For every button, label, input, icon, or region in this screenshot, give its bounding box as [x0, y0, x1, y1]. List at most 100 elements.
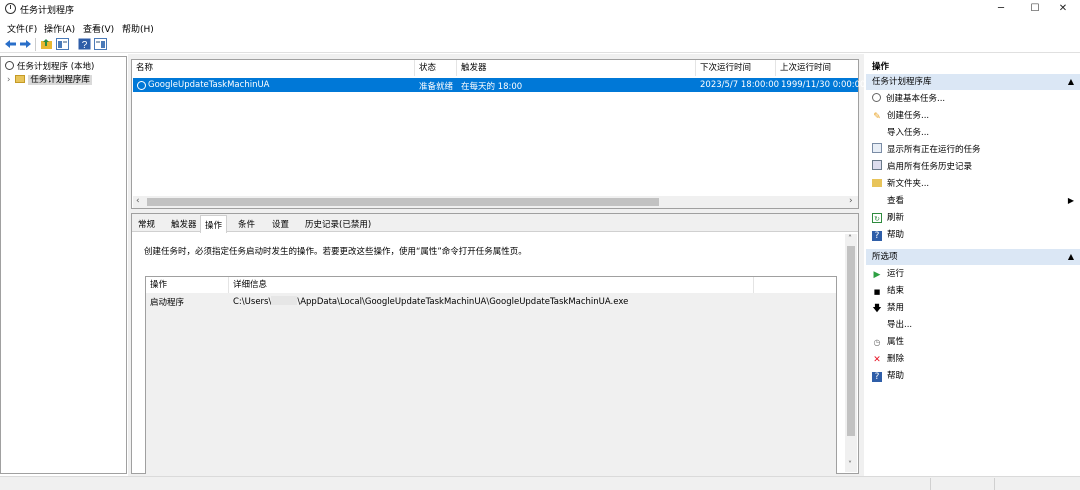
tab-history[interactable]: 历史记录(已禁用) [305, 218, 371, 230]
close-button[interactable]: ✕ [1046, 0, 1080, 18]
properties-icon: ◷ [873, 338, 881, 347]
actions-description: 创建任务时，必须指定任务启动时发生的操作。若要更改这些操作，使用“属性”命令打开… [144, 247, 527, 257]
column-header-next-run[interactable]: 下次运行时间 [696, 60, 776, 76]
help-icon: ? [872, 372, 882, 382]
menu-action[interactable]: 操作(A) [44, 22, 75, 35]
svg-text:?: ? [82, 40, 88, 50]
action-enable-history[interactable]: 启用所有任务历史记录 [872, 159, 972, 175]
column-header-name[interactable]: 名称 [132, 60, 415, 76]
task-next-run: 2023/5/7 18:00:00 [700, 80, 780, 90]
menu-file[interactable]: 文件(F) [7, 22, 37, 35]
section-header-selected[interactable]: 所选项 ▲ [866, 249, 1080, 265]
tab-triggers[interactable]: 触发器 [171, 218, 197, 230]
action-refresh[interactable]: ↻ 刷新 [872, 210, 904, 226]
tab-conditions[interactable]: 条件 [238, 218, 255, 230]
window-title: 任务计划程序 [20, 6, 75, 16]
tab-settings[interactable]: 设置 [272, 218, 289, 230]
action-label: 属性 [887, 337, 905, 347]
action-new-folder[interactable]: 新文件夹... [872, 176, 929, 192]
action-label: 显示所有正在运行的任务 [887, 145, 981, 155]
actions-table: 操作 详细信息 启动程序 C:\Users\ \AppData\Local\Goo… [145, 276, 837, 474]
export-icon [872, 318, 882, 328]
scroll-down-icon[interactable]: ˅ [848, 460, 852, 469]
action-help-selected[interactable]: ? 帮助 [872, 368, 904, 384]
action-delete[interactable]: ✕ 删除 [872, 351, 904, 367]
action-detail[interactable]: C:\Users\ \AppData\Local\GoogleUpdateTask… [233, 296, 628, 307]
collapse-up-icon[interactable]: ▲ [1068, 249, 1074, 265]
section-header-library-label: 任务计划程序库 [872, 77, 932, 87]
scroll-left-icon[interactable]: ‹ [136, 196, 140, 206]
tree-item-library[interactable]: › 任务计划程序库 [7, 73, 92, 85]
forward-arrow-icon[interactable] [19, 38, 32, 50]
menu-bar: 文件(F) 操作(A) 查看(V) 帮助(H) [0, 19, 1080, 35]
column-header-detail[interactable]: 详细信息 [229, 277, 754, 293]
section-header-selected-label: 所选项 [872, 252, 898, 262]
action-label: 帮助 [887, 371, 905, 381]
action-run[interactable]: ▶ 运行 [872, 266, 904, 282]
section-header-library[interactable]: 任务计划程序库 ▲ [866, 74, 1080, 90]
action-end[interactable]: ■ 结束 [872, 283, 904, 299]
tree-item-library-label: 任务计划程序库 [28, 75, 92, 85]
action-type[interactable]: 启动程序 [150, 296, 184, 308]
help-icon: ? [872, 231, 882, 241]
toolbar: ? [0, 36, 1080, 53]
scroll-right-icon[interactable]: › [849, 196, 853, 206]
tree-root-label: 任务计划程序 (本地) [17, 62, 95, 72]
action-disable[interactable]: 🡇 禁用 [872, 300, 904, 316]
task-name: GoogleUpdateTaskMachinUA [148, 80, 270, 90]
minimize-button[interactable]: ─ [984, 0, 1018, 18]
action-label: 导出... [887, 320, 913, 330]
navigation-tree: 任务计划程序 (本地) › 任务计划程序库 [0, 56, 127, 474]
up-folder-icon[interactable] [40, 38, 53, 50]
actions-pane: 操作 任务计划程序库 ▲ 创建基本任务... ✎ 创建任务... 导入任务... … [866, 56, 1080, 474]
action-label: 删除 [887, 354, 905, 364]
scrollbar-thumb[interactable] [147, 198, 659, 206]
scrollbar-thumb[interactable] [847, 246, 855, 436]
column-header-last-run[interactable]: 上次运行时间 [776, 60, 860, 76]
action-label: 查看 [887, 196, 905, 206]
toolbar-separator [35, 38, 36, 51]
horizontal-scrollbar[interactable]: ‹ › [133, 196, 858, 208]
task-details-panel: 常规 触发器 操作 条件 设置 历史记录(已禁用) 创建任务时，必须指定任务启动… [131, 213, 859, 474]
tree-root[interactable]: 任务计划程序 (本地) [5, 60, 94, 72]
tab-strip: 常规 触发器 操作 条件 设置 历史记录(已禁用) [132, 214, 858, 233]
action-label: 启用所有任务历史记录 [887, 162, 973, 172]
action-label: 新文件夹... [887, 179, 930, 189]
table-row[interactable]: GoogleUpdateTaskMachinUA 准备就绪 在每天的 18:00… [133, 78, 865, 92]
show-hide-action-pane-icon[interactable] [94, 38, 107, 50]
action-help[interactable]: ? 帮助 [872, 227, 904, 243]
redacted-username [271, 296, 298, 305]
run-icon: ▶ [873, 270, 881, 280]
chevron-right-icon[interactable]: › [7, 75, 10, 85]
action-label: 刷新 [887, 213, 905, 223]
task-list: 名称 状态 触发器 下次运行时间 上次运行时间 GoogleUpdateTask… [131, 59, 865, 209]
column-header-trigger[interactable]: 触发器 [457, 60, 696, 76]
scroll-up-icon[interactable]: ˄ [848, 234, 852, 243]
back-arrow-icon[interactable] [4, 38, 17, 50]
menu-help[interactable]: 帮助(H) [122, 22, 154, 35]
collapse-up-icon[interactable]: ▲ [1068, 74, 1074, 90]
action-label: 导入任务... [887, 128, 930, 138]
task-last-run: 1999/11/30 0:00:00 [781, 80, 866, 90]
history-icon [872, 160, 882, 170]
tab-actions[interactable]: 操作 [200, 215, 228, 233]
show-hide-tree-icon[interactable] [56, 38, 69, 50]
status-bar [0, 476, 1080, 490]
import-task-icon [872, 126, 882, 136]
vertical-scrollbar[interactable]: ˄ ˅ [845, 234, 857, 472]
tab-general[interactable]: 常规 [138, 218, 155, 230]
action-export[interactable]: 导出... [872, 317, 912, 333]
action-import-task[interactable]: 导入任务... [872, 125, 929, 141]
menu-view[interactable]: 查看(V) [83, 22, 114, 35]
submenu-arrow-icon: ▶ [1067, 196, 1074, 205]
column-header-action[interactable]: 操作 [146, 277, 229, 293]
action-create-basic-task[interactable]: 创建基本任务... [872, 91, 945, 107]
help-icon[interactable]: ? [78, 38, 91, 50]
column-header-status[interactable]: 状态 [415, 60, 457, 76]
folder-icon [872, 179, 882, 187]
action-create-task[interactable]: ✎ 创建任务... [872, 108, 929, 124]
title-bar: 任务计划程序 ─ ☐ ✕ [0, 0, 1080, 18]
action-show-running[interactable]: 显示所有正在运行的任务 [872, 142, 981, 158]
action-view[interactable]: 查看 ▶ [872, 193, 1074, 209]
action-properties[interactable]: ◷ 属性 [872, 334, 905, 350]
